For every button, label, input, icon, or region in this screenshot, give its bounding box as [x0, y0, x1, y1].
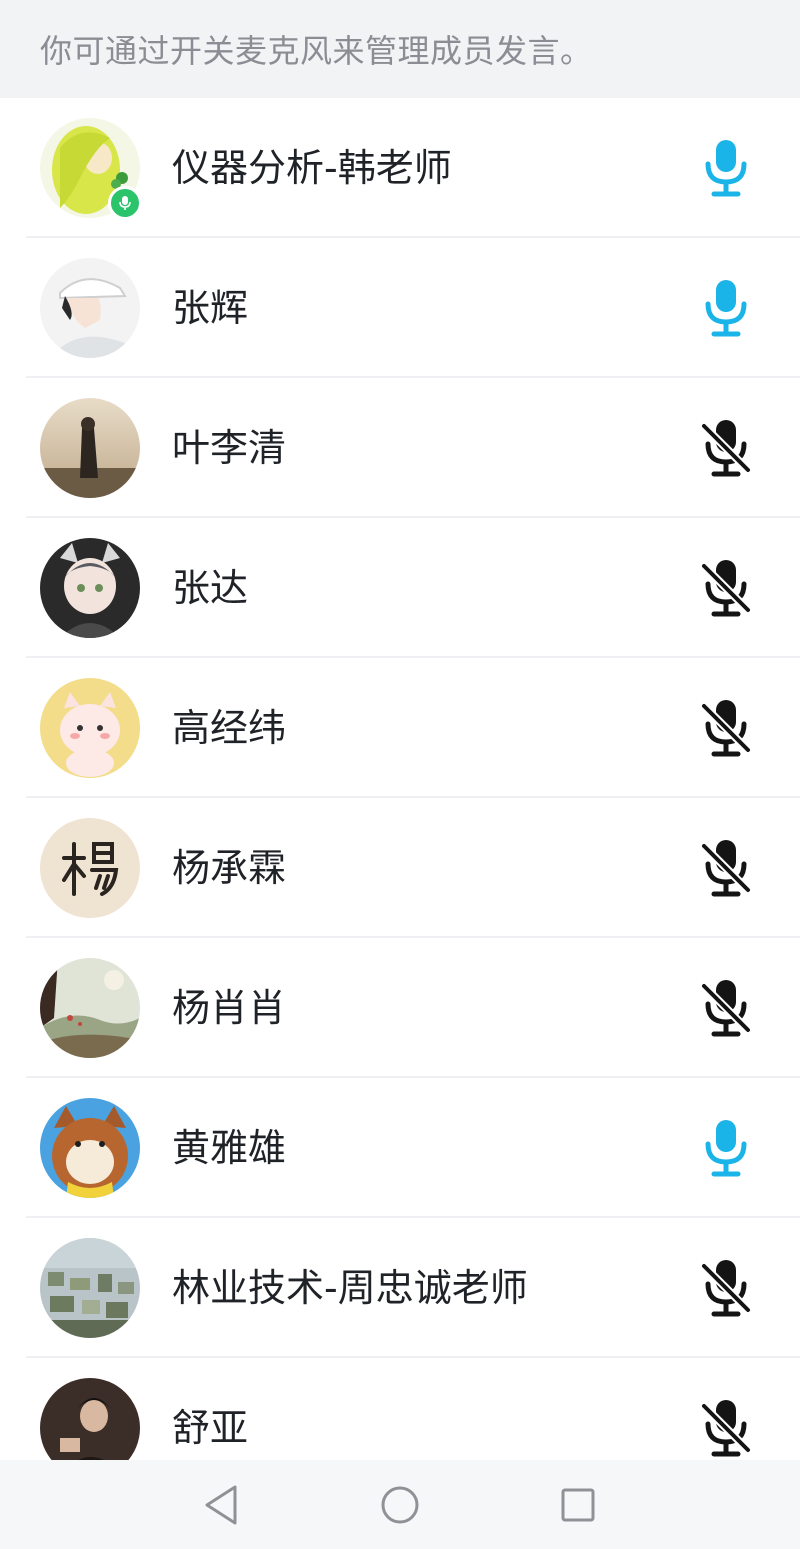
member-name: 舒亚 [172, 1406, 249, 1450]
member-name: 仪器分析-韩老师 [172, 146, 452, 190]
avatar[interactable] [40, 538, 140, 638]
microphone-muted-icon [700, 420, 752, 477]
member-name: 高经纬 [172, 706, 287, 750]
mic-toggle-button[interactable] [694, 1256, 758, 1320]
avatar[interactable] [40, 1098, 140, 1198]
avatar[interactable] [40, 818, 140, 918]
system-navigation-bar [0, 1460, 800, 1549]
hint-text: 你可通过开关麦克风来管理成员发言。 [40, 32, 593, 70]
mic-toggle-button[interactable] [694, 1396, 758, 1460]
mic-toggle-button[interactable] [694, 696, 758, 760]
mic-toggle-button[interactable] [694, 1116, 758, 1180]
hint-bar: 你可通过开关麦克风来管理成员发言。 [0, 0, 800, 98]
mic-toggle-button[interactable] [694, 556, 758, 620]
avatar[interactable] [40, 398, 140, 498]
avatar[interactable] [40, 1238, 140, 1338]
mic-toggle-button[interactable] [694, 136, 758, 200]
avatar[interactable] [40, 118, 142, 220]
member-row[interactable]: 林业技术-周忠诚老师 [0, 1218, 800, 1358]
recents-square-icon [561, 1488, 595, 1522]
mic-toggle-button[interactable] [694, 976, 758, 1040]
member-row[interactable]: 杨肖肖 [0, 938, 800, 1078]
member-row[interactable]: 仪器分析-韩老师 [0, 98, 800, 238]
microphone-muted-icon [700, 980, 752, 1037]
speaking-badge [108, 186, 142, 220]
member-row[interactable]: 高经纬 [0, 658, 800, 798]
microphone-muted-icon [700, 700, 752, 757]
avatar[interactable] [40, 958, 140, 1058]
avatar[interactable] [40, 1378, 140, 1460]
member-row[interactable]: 舒亚 [0, 1358, 800, 1460]
member-row[interactable]: 叶李清 [0, 378, 800, 518]
member-name: 杨肖肖 [172, 986, 287, 1030]
member-row[interactable]: 杨承霖 [0, 798, 800, 938]
home-circle-icon [381, 1486, 419, 1524]
microphone-icon [705, 1120, 747, 1177]
member-name: 杨承霖 [172, 846, 287, 890]
microphone-icon [705, 140, 747, 197]
nav-back-button[interactable] [196, 1480, 246, 1530]
mic-toggle-button[interactable] [694, 416, 758, 480]
member-name: 张达 [172, 566, 249, 610]
avatar[interactable] [40, 258, 140, 358]
avatar[interactable] [40, 678, 140, 778]
nav-home-button[interactable] [375, 1480, 425, 1530]
member-name: 张辉 [172, 286, 249, 330]
member-row[interactable]: 黄雅雄 [0, 1078, 800, 1218]
microphone-muted-icon [700, 1400, 752, 1457]
member-name: 叶李清 [172, 426, 287, 470]
microphone-muted-icon [700, 840, 752, 897]
back-triangle-icon [205, 1485, 237, 1525]
mic-toggle-button[interactable] [694, 276, 758, 340]
member-row[interactable]: 张辉 [0, 238, 800, 378]
member-row[interactable]: 张达 [0, 518, 800, 658]
microphone-muted-icon [700, 1260, 752, 1317]
member-list: 仪器分析-韩老师 张辉 叶李清 张达 高经纬 杨承霖 杨肖肖 黄雅雄 林业技术-… [0, 98, 800, 1460]
member-name: 黄雅雄 [172, 1126, 287, 1170]
nav-recents-button[interactable] [553, 1480, 603, 1530]
microphone-icon [705, 280, 747, 337]
member-name: 林业技术-周忠诚老师 [172, 1266, 528, 1310]
microphone-muted-icon [700, 560, 752, 617]
mic-toggle-button[interactable] [694, 836, 758, 900]
